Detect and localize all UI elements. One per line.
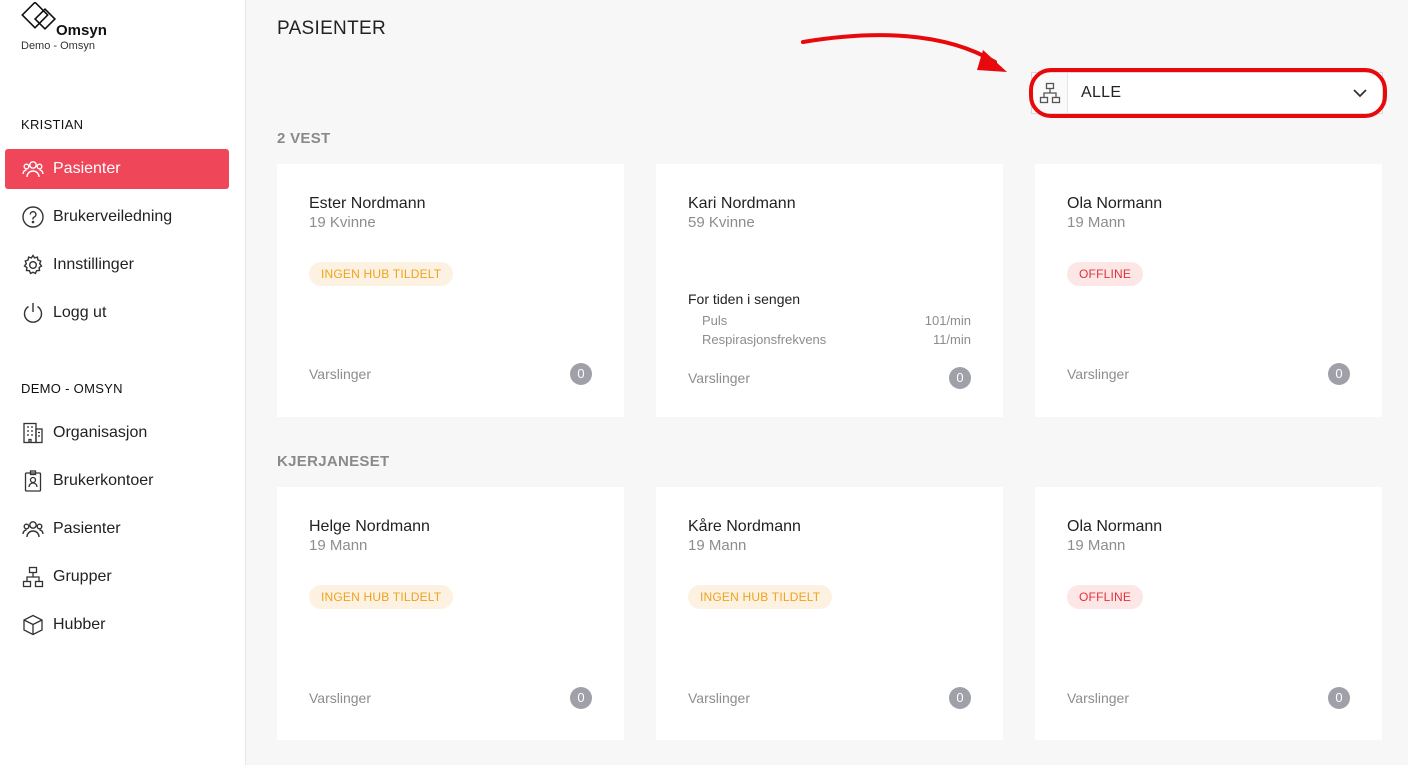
patient-name: Ester Nordmann	[309, 195, 426, 212]
nav-innstillinger[interactable]: Innstillinger	[5, 245, 229, 285]
patient-meta: 19 Mann	[688, 537, 747, 554]
patient-name: Ola Normann	[1067, 195, 1163, 212]
bed-status: For tiden i sengen	[688, 291, 801, 307]
omsyn-logo[interactable]: Omsyn Demo - Omsyn	[20, 2, 140, 52]
power-icon	[21, 301, 45, 325]
patient-name: Kari Nordmann	[688, 195, 796, 212]
page-title: PASIENTER	[277, 18, 386, 39]
nav-label: Organisasjon	[53, 424, 148, 441]
alerts-label: Varslinger	[688, 370, 750, 386]
status-badge: INGEN HUB TILDELT	[688, 585, 833, 609]
nav-brukerveiledning[interactable]: Brukerveiledning	[5, 197, 229, 237]
org-subtitle: Demo - Omsyn	[21, 40, 95, 52]
nav-hubber[interactable]: Hubber	[5, 605, 229, 645]
chevron-down-icon	[1353, 89, 1367, 98]
sidebar: Omsyn Demo - Omsyn KRISTIAN Pasienter Br…	[0, 0, 246, 765]
patient-meta: 59 Kvinne	[688, 214, 755, 231]
org-section-label: DEMO - OMSYN	[21, 381, 123, 396]
patient-card[interactable]: Ester Nordmann 19 Kvinne INGEN HUB TILDE…	[277, 164, 624, 417]
user-section-label: KRISTIAN	[21, 117, 84, 132]
nav-pasienter[interactable]: Pasienter	[5, 149, 229, 189]
badge-icon	[21, 469, 45, 493]
vitals-panel: For tiden i sengen Puls 101/min Respiras…	[688, 291, 971, 349]
gear-icon	[21, 253, 45, 277]
status-badge: OFFLINE	[1067, 262, 1144, 286]
hierarchy-icon	[21, 565, 45, 589]
alerts-count: 0	[949, 367, 971, 389]
nav-organisasjon[interactable]: Organisasjon	[5, 413, 229, 453]
group-heading: KJERJANESET	[277, 453, 390, 470]
patient-card[interactable]: Kåre Nordmann 19 Mann INGEN HUB TILDELT …	[656, 487, 1003, 740]
vital-label: Respirasjonsfrekvens	[702, 332, 827, 347]
group-heading: 2 VEST	[277, 130, 331, 147]
vital-value: 11/min	[932, 332, 971, 347]
nav-pasienter-org[interactable]: Pasienter	[5, 509, 229, 549]
vital-value: 101/min	[924, 313, 971, 328]
vital-label: Puls	[702, 313, 728, 328]
users-icon	[21, 517, 45, 541]
patient-name: Kåre Nordmann	[688, 518, 801, 535]
status-badge: INGEN HUB TILDELT	[309, 585, 454, 609]
alerts-count: 0	[949, 687, 971, 709]
group-filter-select[interactable]: ALLE	[1031, 72, 1383, 114]
patient-meta: 19 Kvinne	[309, 214, 376, 231]
alerts-label: Varslinger	[309, 366, 371, 382]
alerts-label: Varslinger	[309, 690, 371, 706]
patient-name: Helge Nordmann	[309, 518, 430, 535]
patient-meta: 19 Mann	[309, 537, 368, 554]
patient-card[interactable]: Ola Normann 19 Mann OFFLINE Varslinger 0	[1035, 487, 1382, 740]
patient-name: Ola Normann	[1067, 518, 1163, 535]
nav-label: Grupper	[53, 568, 112, 585]
nav-brukerkontoer[interactable]: Brukerkontoer	[5, 461, 229, 501]
users-icon	[21, 157, 45, 181]
alerts-count: 0	[570, 363, 592, 385]
patient-card[interactable]: Ola Normann 19 Mann OFFLINE Varslinger 0	[1035, 164, 1382, 417]
nav-label: Brukerkontoer	[53, 472, 154, 489]
vital-row: Respirasjonsfrekvens 11/min	[688, 330, 971, 349]
hierarchy-icon	[1032, 73, 1068, 113]
alerts-label: Varslinger	[1067, 366, 1129, 382]
alerts-count: 0	[570, 687, 592, 709]
status-badge: INGEN HUB TILDELT	[309, 262, 454, 286]
cube-icon	[21, 613, 45, 637]
nav-label: Logg ut	[53, 304, 107, 321]
alerts-label: Varslinger	[1067, 690, 1129, 706]
nav-logg-ut[interactable]: Logg ut	[5, 293, 229, 333]
nav-grupper[interactable]: Grupper	[5, 557, 229, 597]
nav-label: Pasienter	[53, 520, 121, 537]
patient-meta: 19 Mann	[1067, 537, 1126, 554]
alerts-count: 0	[1328, 687, 1350, 709]
group-filter-value: ALLE	[1081, 84, 1122, 101]
patient-meta: 19 Mann	[1067, 214, 1126, 231]
brand-name: Omsyn	[56, 22, 107, 39]
nav-label: Pasienter	[53, 160, 121, 177]
status-badge: OFFLINE	[1067, 585, 1144, 609]
nav-label: Innstillinger	[53, 256, 134, 273]
annotation-arrow	[801, 33, 1007, 72]
nav-label: Hubber	[53, 616, 106, 633]
patient-card[interactable]: Helge Nordmann 19 Mann INGEN HUB TILDELT…	[277, 487, 624, 740]
nav-label: Brukerveiledning	[53, 208, 173, 225]
patient-card[interactable]: Kari Nordmann 59 Kvinne For tiden i seng…	[656, 164, 1003, 417]
building-icon	[21, 421, 45, 445]
alerts-label: Varslinger	[688, 690, 750, 706]
vital-row: Puls 101/min	[688, 311, 971, 330]
alerts-count: 0	[1328, 363, 1350, 385]
help-icon	[21, 205, 45, 229]
